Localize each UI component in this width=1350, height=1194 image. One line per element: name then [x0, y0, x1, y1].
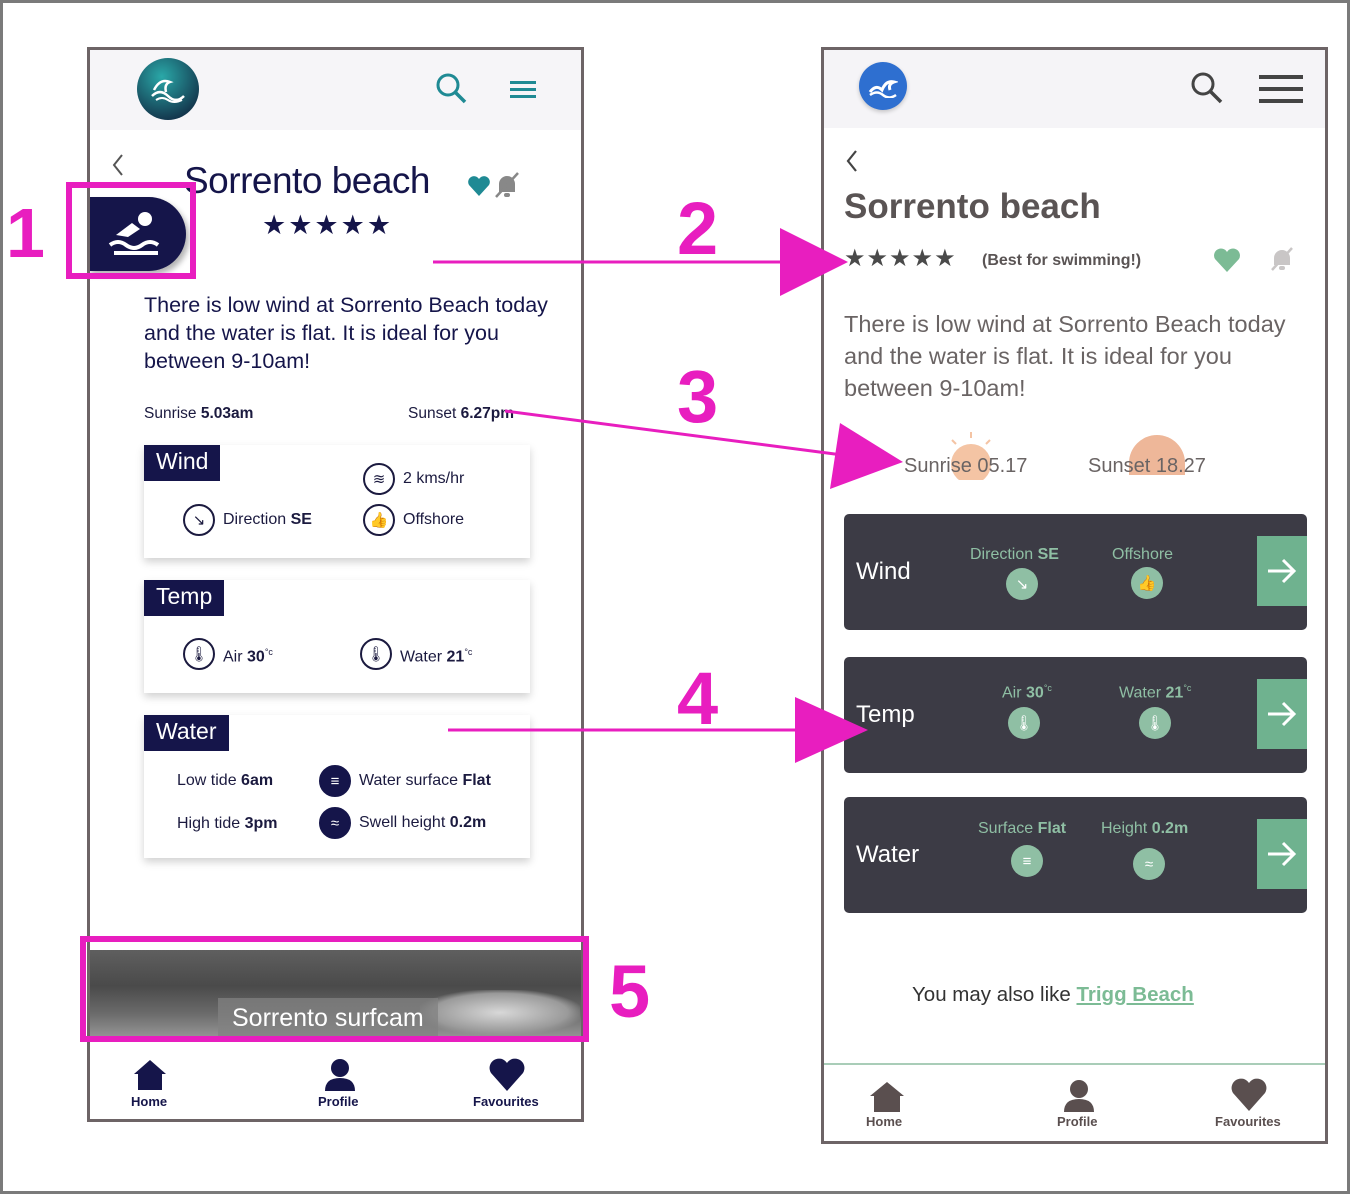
arrow-3-line [504, 409, 851, 458]
arrow-4-head [795, 697, 868, 763]
arrow-2-head [780, 228, 848, 296]
annotation-arrows [433, 228, 903, 763]
arrow-3-head [830, 423, 903, 489]
